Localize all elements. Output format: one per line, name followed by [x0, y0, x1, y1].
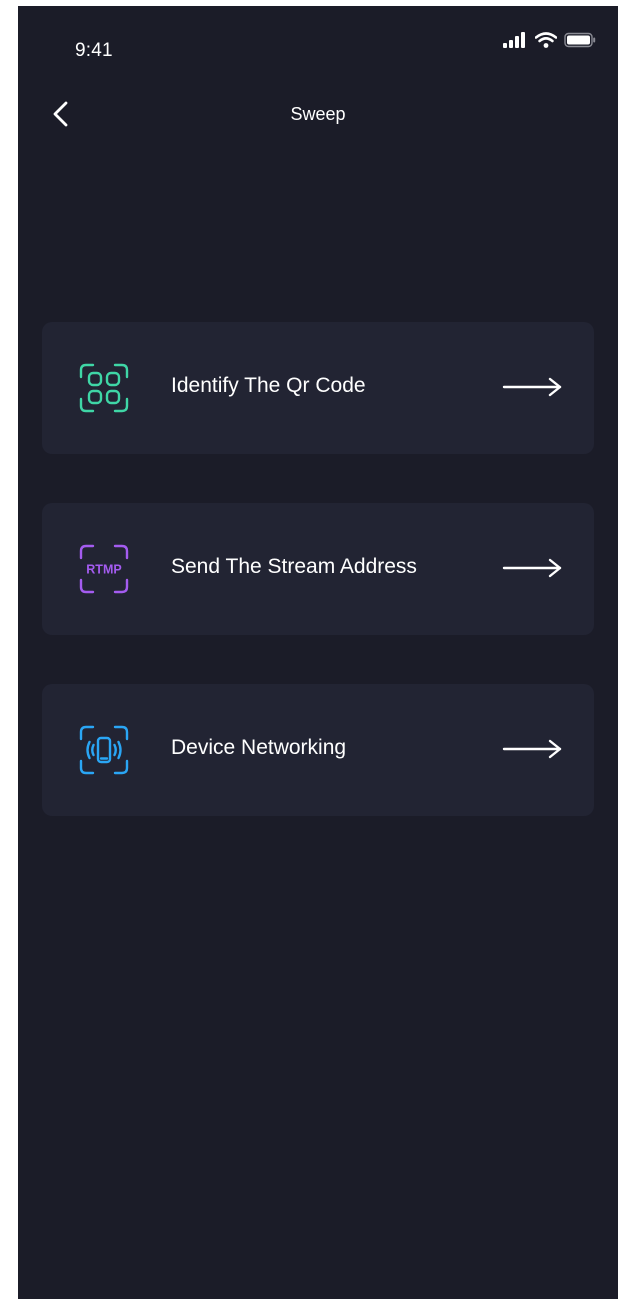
menu-item-device-networking[interactable]: Device Networking	[42, 684, 594, 816]
status-bar: 9:41	[18, 6, 618, 86]
arrow-right-icon	[502, 739, 562, 759]
rtmp-icon-text: RTMP	[86, 563, 121, 577]
menu-item-identify-qr-code[interactable]: Identify The Qr Code	[42, 322, 594, 454]
phone-screen: 9:41 Sweep Identify The Qr Code RTMP Sen…	[18, 6, 618, 1299]
qr-scan-icon	[79, 363, 129, 413]
status-time: 9:41	[75, 40, 113, 61]
arrow-right-icon	[502, 377, 562, 397]
menu-item-label: Send The Stream Address	[171, 555, 417, 578]
page-title: Sweep	[290, 104, 346, 124]
menu-item-label: Device Networking	[171, 736, 347, 759]
cellular-signal-icon	[503, 32, 525, 48]
menu-item-label: Identify The Qr Code	[171, 374, 366, 397]
wifi-icon	[535, 32, 557, 48]
navigation-bar: Sweep	[18, 88, 618, 144]
menu-item-send-stream-address[interactable]: RTMP Send The Stream Address	[42, 503, 594, 635]
menu-list: Identify The Qr Code RTMP Send The Strea…	[42, 322, 594, 865]
status-icons	[502, 32, 596, 48]
device-vibrate-icon	[79, 725, 129, 775]
battery-icon	[564, 32, 596, 48]
rtmp-icon: RTMP	[79, 544, 129, 594]
arrow-right-icon	[502, 558, 562, 578]
